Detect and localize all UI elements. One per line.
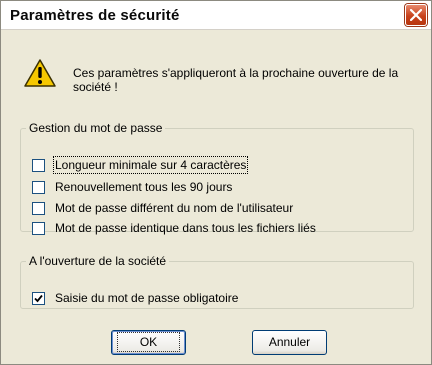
cancel-button[interactable]: Annuler [252, 330, 327, 355]
checkbox-box[interactable] [32, 201, 45, 215]
password-group-legend: Gestion du mot de passe [29, 121, 163, 135]
checkbox-box[interactable] [32, 158, 45, 172]
close-icon [410, 9, 422, 21]
checkbox-renewal[interactable]: Renouvellement tous les 90 jours [32, 179, 232, 195]
checkbox-box[interactable] [32, 180, 45, 194]
close-button[interactable] [405, 4, 427, 26]
password-management-group: Gestion du mot de passe Longueur minimal… [20, 121, 414, 235]
ok-button[interactable]: OK [111, 330, 186, 355]
opening-group: A l'ouverture de la société Saisie du mo… [20, 254, 414, 309]
opening-group-legend: A l'ouverture de la société [29, 254, 167, 268]
checkbox-label: Renouvellement tous les 90 jours [55, 180, 233, 194]
checkbox-label: Mot de passe différent du nom de l'utili… [55, 201, 294, 215]
checkbox-box[interactable] [32, 221, 45, 235]
ok-button-label: OK [116, 332, 181, 352]
checkbox-identical-linked-files[interactable]: Mot de passe identique dans tous les fic… [32, 220, 316, 236]
checkbox-label: Longueur minimale sur 4 caractères [52, 156, 249, 174]
security-settings-dialog: Paramètres de sécurité Ces paramètres s'… [0, 0, 432, 365]
checkmark-icon [34, 294, 43, 302]
warning-icon [24, 59, 56, 87]
title-bar[interactable]: Paramètres de sécurité [1, 1, 431, 30]
checkbox-min-length[interactable]: Longueur minimale sur 4 caractères [32, 156, 249, 174]
warning-message: Ces paramètres s'appliqueront à la proch… [73, 66, 399, 94]
checkbox-label: Mot de passe identique dans tous les fic… [55, 221, 316, 235]
dialog-title: Paramètres de sécurité [10, 7, 180, 24]
checkbox-label: Saisie du mot de passe obligatoire [55, 291, 239, 305]
checkbox-password-required[interactable]: Saisie du mot de passe obligatoire [32, 290, 238, 306]
checkbox-box[interactable] [32, 291, 45, 305]
checkbox-different-from-username[interactable]: Mot de passe différent du nom de l'utili… [32, 200, 293, 216]
